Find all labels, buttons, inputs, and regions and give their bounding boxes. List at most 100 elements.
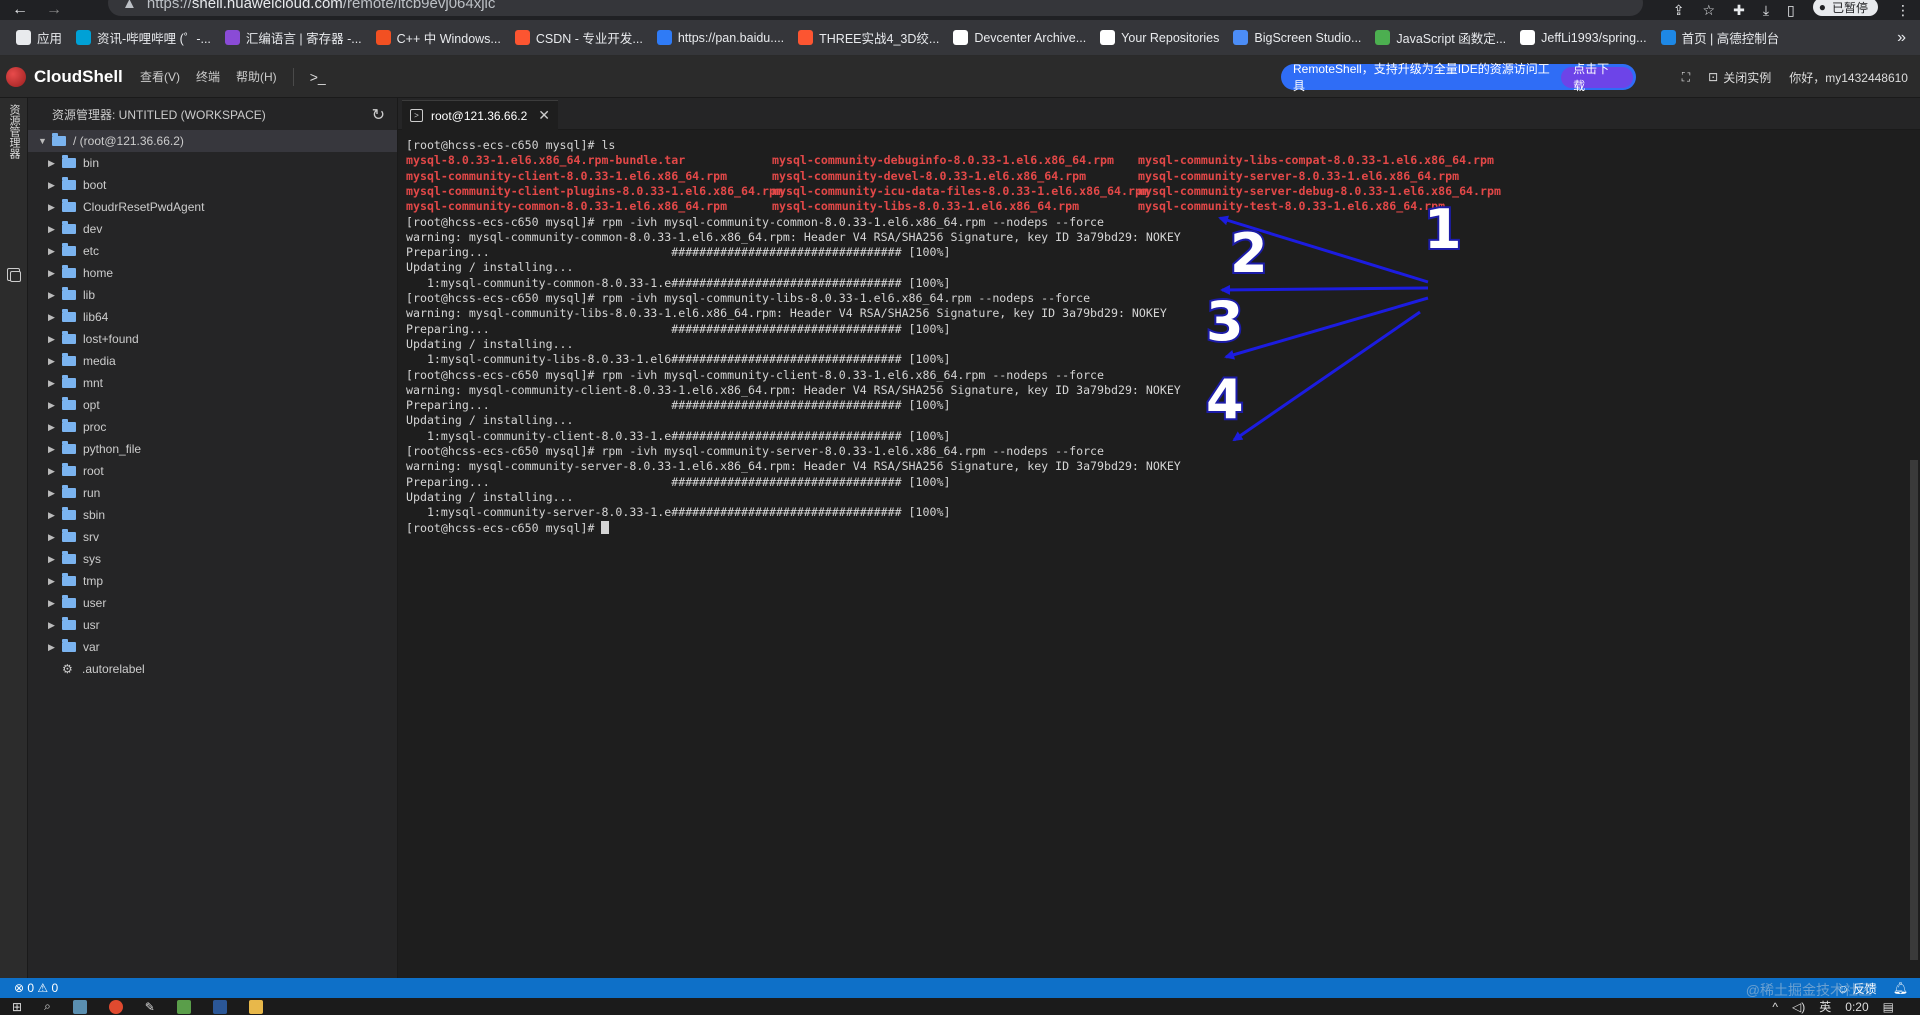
browser-toolbar: ← → ▲ https://shell.huaweicloud.com/remo…	[0, 0, 1920, 20]
bookmark-item[interactable]: BigScreen Studio...	[1229, 20, 1371, 56]
bell-icon[interactable]: 🔔︎	[1893, 981, 1908, 995]
tree-folder[interactable]: ▶ root	[28, 460, 397, 482]
bookmark-label: CSDN - 专业开发...	[535, 32, 643, 46]
folder-icon[interactable]	[248, 999, 263, 1014]
tree-folder[interactable]: ▶ dev	[28, 218, 397, 240]
extensions-icon[interactable]: ✚	[1733, 2, 1745, 19]
tree-folder[interactable]: ▶ sbin	[28, 504, 397, 526]
download-button[interactable]: 点击下载	[1561, 62, 1633, 93]
tree-folder[interactable]: ▶ usr	[28, 614, 397, 636]
sidepanel-icon[interactable]: ▯	[1787, 2, 1795, 19]
problems-indicator[interactable]: ⊗ 0 ⚠ 0	[14, 981, 58, 995]
tree-folder[interactable]: ▶ boot	[28, 174, 397, 196]
explorer-activity-tab[interactable]: 资源管理器	[6, 104, 22, 159]
windows-start-icon[interactable]: ⊞	[12, 1000, 22, 1014]
fullscreen-icon[interactable]: ⛶	[1682, 70, 1690, 85]
tree-folder[interactable]: ▶ bin	[28, 152, 397, 174]
folder-icon	[52, 133, 66, 146]
star-icon[interactable]: ☆	[1703, 2, 1716, 19]
bookmark-item[interactable]: https://pan.baidu....	[653, 20, 794, 56]
ws-icon[interactable]	[212, 999, 227, 1014]
tree-folder-label: lib64	[83, 310, 109, 324]
bookmark-item[interactable]: CSDN - 专业开发...	[511, 20, 653, 56]
bookmark-item[interactable]: JavaScript 函数定...	[1371, 20, 1516, 56]
menu-view[interactable]: 查看(V)	[132, 68, 188, 85]
tree-folder[interactable]: ▶ var	[28, 636, 397, 658]
bookmark-item[interactable]: 应用	[12, 20, 72, 56]
tree-folder[interactable]: ▶ user	[28, 592, 397, 614]
bookmark-item[interactable]: C++ 中 Windows...	[372, 20, 511, 56]
ls-file-entry: mysql-community-libs-8.0.33-1.el6.x86_64…	[772, 199, 1080, 214]
refresh-icon[interactable]: ↻	[372, 105, 385, 125]
tree-folder[interactable]: ▶ CloudrResetPwdAgent	[28, 196, 397, 218]
bookmark-item[interactable]: 汇编语言 | 寄存器 -...	[221, 20, 372, 56]
folder-icon	[62, 507, 76, 520]
bookmark-item[interactable]: THREE实战4_3D绞...	[794, 20, 949, 56]
bookmark-item[interactable]: Devcenter Archive...	[949, 20, 1096, 56]
watermark: @稀土掘金技术社区	[1745, 982, 1872, 998]
tab-terminal[interactable]: > root@121.36.66.2 ✕	[402, 100, 558, 130]
tree-root[interactable]: ▼ / (root@121.36.66.2)	[28, 130, 397, 152]
taskview-icon[interactable]	[72, 999, 87, 1014]
new-terminal-icon[interactable]: >_	[302, 69, 334, 85]
tree-folder[interactable]: ▶ lib64	[28, 306, 397, 328]
chrome-icon[interactable]	[108, 999, 123, 1014]
tree-folder[interactable]: ▶ srv	[28, 526, 397, 548]
browser-actions: ⇪ ☆ ✚ ⤓ ▯ ● 已暂停 ⋮	[1673, 0, 1910, 20]
file-tree: ▼ / (root@121.36.66.2) ▶ bin ▶ boot ▶ CloudrRes…	[28, 130, 397, 680]
tree-folder[interactable]: ▶ sys	[28, 548, 397, 570]
bookmark-item[interactable]: Your Repositories	[1096, 20, 1229, 56]
tree-folder[interactable]: ▶ home	[28, 262, 397, 284]
tree-folder-label: boot	[83, 178, 107, 192]
remoteshell-banner[interactable]: RemoteShell，支持升级为全量IDE的资源访问工具 点击下载	[1281, 62, 1636, 93]
tree-file[interactable]: ⚙ .autorelabel	[28, 658, 397, 680]
clock[interactable]: 0:20	[1845, 1000, 1868, 1014]
tray-chevron-icon[interactable]: ^	[1772, 1000, 1778, 1014]
terminal-output[interactable]: [root@hcss-ecs-c650 mysql]# ls mysql-8.0.…	[398, 130, 1920, 978]
bookmark-item[interactable]: 首页 | 高德控制台	[1657, 20, 1790, 56]
app-icon[interactable]	[176, 999, 191, 1014]
back-icon[interactable]: ←	[12, 1, 28, 19]
menu-terminal[interactable]: 终端	[188, 68, 228, 85]
tree-folder[interactable]: ▶ run	[28, 482, 397, 504]
folder-icon	[62, 243, 76, 256]
menu-icon[interactable]: ⋮	[1896, 2, 1910, 19]
tree-folder[interactable]: ▶ proc	[28, 416, 397, 438]
pen-icon[interactable]: ✎	[145, 1000, 155, 1014]
tree-folder[interactable]: ▶ python_file	[28, 438, 397, 460]
bookmark-item[interactable]: JeffLi1993/spring...	[1516, 20, 1656, 56]
chevron-right-icon: ▶	[48, 575, 55, 586]
forward-icon[interactable]: →	[46, 1, 62, 19]
terminal-scrollbar[interactable]	[1910, 460, 1918, 960]
pause-button[interactable]: ● 已暂停	[1812, 0, 1878, 16]
chevron-right-icon: ▶	[48, 509, 55, 520]
notification-icon[interactable]: ▤	[1883, 1000, 1894, 1014]
search-icon[interactable]: ⌕	[44, 999, 51, 1014]
ime-indicator[interactable]: 英	[1819, 998, 1831, 1015]
tree-folder[interactable]: ▶ lib	[28, 284, 397, 306]
bookmarks-overflow-icon[interactable]: »	[1897, 20, 1906, 56]
user-greeting[interactable]: 你好，my1432448610	[1789, 69, 1908, 86]
tree-folder[interactable]: ▶ media	[28, 350, 397, 372]
copy-icon[interactable]	[7, 268, 21, 282]
csdn-icon	[514, 30, 530, 45]
folder-icon	[62, 463, 76, 476]
address-bar[interactable]: ▲ https://shell.huaweicloud.com/remote/i…	[108, 0, 1643, 16]
menu-help[interactable]: 帮助(H)	[228, 68, 285, 85]
tree-folder[interactable]: ▶ etc	[28, 240, 397, 262]
close-instance-button[interactable]: ⊡ 关闭实例	[1708, 69, 1771, 86]
close-icon[interactable]: ✕	[538, 107, 550, 124]
tree-folder[interactable]: ▶ tmp	[28, 570, 397, 592]
bookmark-label: JavaScript 函数定...	[1396, 32, 1507, 46]
gear-icon: ⚙	[62, 662, 73, 676]
chevron-right-icon: ▶	[48, 355, 55, 366]
tree-folder[interactable]: ▶ mnt	[28, 372, 397, 394]
share-icon[interactable]: ⇪	[1673, 2, 1685, 19]
tree-folder[interactable]: ▶ lost+found	[28, 328, 397, 350]
folder-icon	[62, 595, 76, 608]
bookmark-item[interactable]: 资讯-哔哩哔哩 (゜-...	[72, 20, 221, 56]
speaker-icon[interactable]: ◁)	[1792, 1000, 1805, 1014]
tree-folder[interactable]: ▶ opt	[28, 394, 397, 416]
tree-folder-label: tmp	[83, 574, 104, 588]
download-icon[interactable]: ⤓	[1763, 2, 1769, 19]
